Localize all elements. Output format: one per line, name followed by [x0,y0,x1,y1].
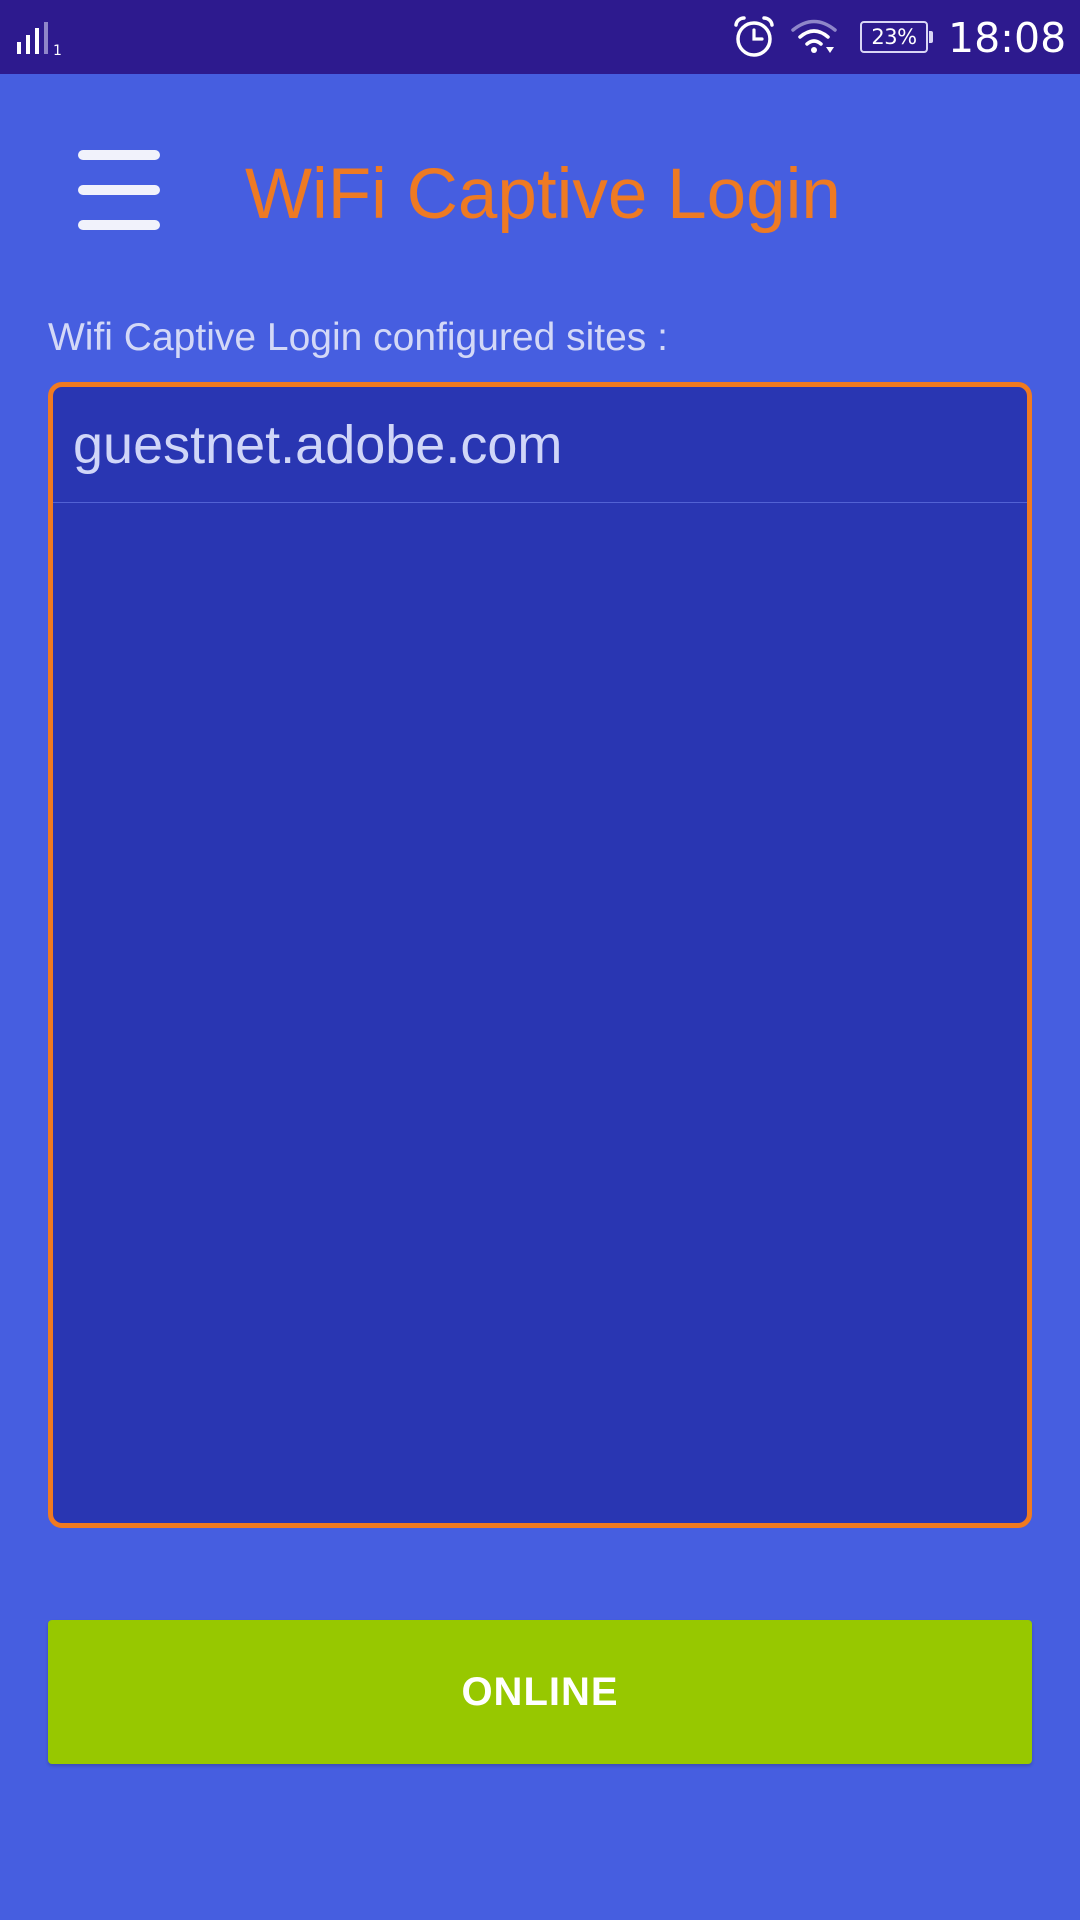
status-bar: 1 23% 18:08 [0,0,1080,74]
battery-indicator: 23% [860,21,933,53]
hamburger-menu-icon[interactable] [76,148,162,236]
menu-bar-top [78,150,160,160]
cellular-signal-icon: 1 [17,22,62,56]
app-title: WiFi Captive Login [245,155,841,234]
menu-bar-middle [78,185,160,195]
menu-bar-bottom [78,220,160,230]
online-status-button[interactable]: ONLINE [48,1620,1032,1764]
status-clock: 18:08 [948,14,1067,62]
configured-sites-list[interactable]: guestnet.adobe.com [48,382,1032,1528]
site-list-item[interactable]: guestnet.adobe.com [53,387,1027,503]
wifi-icon [791,19,837,53]
sim-slot-label: 1 [53,43,62,56]
alarm-clock-icon [734,16,774,57]
configured-sites-label: Wifi Captive Login configured sites : [48,316,668,359]
